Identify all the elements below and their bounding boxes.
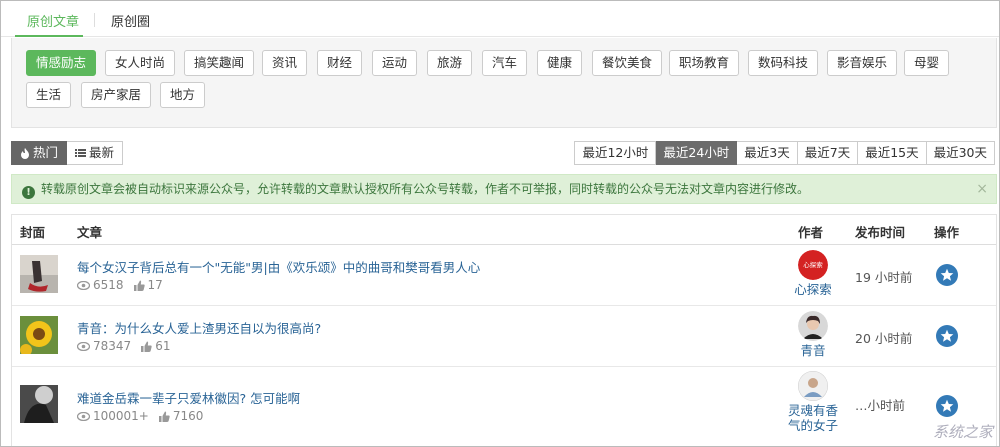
category-health[interactable]: 健康	[537, 50, 583, 76]
table-row: 每个女汉子背后总有一个"无能"男|由《欢乐颂》中的曲哥和樊哥看男人心 6518 …	[12, 245, 996, 306]
article-stats: 78347 61	[77, 339, 170, 353]
header-cover: 封面	[20, 225, 46, 240]
time-filter-15d[interactable]: 最近15天	[858, 141, 927, 165]
star-icon	[940, 268, 954, 281]
category-news[interactable]: 资讯	[262, 50, 308, 76]
thumbs-up-icon	[141, 341, 152, 352]
author-cell: 青音	[783, 311, 843, 358]
category-local[interactable]: 地方	[160, 82, 206, 108]
category-cars[interactable]: 汽车	[482, 50, 528, 76]
info-icon: !	[22, 186, 35, 199]
thumbs-up-icon	[158, 411, 170, 422]
sort-new-button[interactable]: 最新	[67, 141, 124, 165]
article-stats: 100001+ 7160	[77, 409, 203, 423]
star-icon	[940, 399, 954, 412]
eye-icon	[77, 341, 90, 351]
article-stats: 6518 17	[77, 278, 163, 292]
like-count: 7160	[172, 409, 204, 423]
fire-icon	[21, 147, 29, 159]
view-count: 78347	[93, 339, 132, 353]
category-baby[interactable]: 母婴	[904, 50, 950, 76]
category-career[interactable]: 职场教育	[669, 50, 740, 76]
cover-image[interactable]	[20, 385, 58, 423]
category-women-fashion[interactable]: 女人时尚	[105, 50, 176, 76]
category-panel: 情感励志 女人时尚 搞笑趣闻 资讯 财经 运动 旅游 汽车 健康 餐饮美食 职场…	[11, 38, 997, 128]
sort-toggle-group: 热门 最新	[11, 141, 124, 165]
article-table: 封面 文章 作者 发布时间 操作 每个女汉子背后总有一个"无能"男|由《欢乐颂》…	[11, 214, 997, 446]
tab-original-circle[interactable]: 原创圈	[111, 11, 150, 30]
article-title-link[interactable]: 难道金岳霖一辈子只爱林徽因? 怎可能啊	[77, 388, 300, 407]
category-sports[interactable]: 运动	[372, 50, 418, 76]
author-avatar[interactable]	[798, 371, 828, 401]
time-filter-24h[interactable]: 最近24小时	[656, 141, 738, 165]
author-avatar[interactable]	[798, 311, 828, 341]
article-title-link[interactable]: 青音：为什么女人爱上渣男还自以为很高尚?	[77, 318, 321, 337]
article-title-link[interactable]: 每个女汉子背后总有一个"无能"男|由《欢乐颂》中的曲哥和樊哥看男人心	[77, 257, 480, 276]
publish-time: …小时前	[855, 398, 906, 413]
watermark-text: 系统之家	[932, 423, 993, 441]
author-cell: 心探索 心探索	[783, 250, 843, 297]
top-tab-bar: 原创文章 原创圈	[1, 1, 999, 37]
category-tech[interactable]: 数码科技	[748, 50, 819, 76]
table-row: 青音：为什么女人爱上渣男还自以为很高尚? 78347 61 青音 20 小时前	[12, 306, 996, 367]
category-home[interactable]: 房产家居	[81, 82, 152, 108]
alert-close-button[interactable]: ×	[976, 175, 988, 203]
sort-hot-label: 热门	[33, 145, 59, 160]
info-alert: ! 转载原创文章会被自动标识来源公众号，允许转载的文章默认授权所有公众号转载，作者…	[11, 174, 997, 204]
favorite-button[interactable]	[936, 325, 958, 347]
category-emotion[interactable]: 情感励志	[26, 50, 97, 76]
view-count: 100001+	[93, 409, 149, 423]
time-filter-3d[interactable]: 最近3天	[737, 141, 798, 165]
time-filter-30d[interactable]: 最近30天	[926, 141, 995, 165]
tab-divider	[94, 13, 95, 27]
avatar-logo-text: 心探索	[803, 260, 823, 269]
eye-icon	[77, 411, 90, 421]
category-food[interactable]: 餐饮美食	[592, 50, 663, 76]
tab-original-articles[interactable]: 原创文章	[27, 11, 79, 30]
table-row: 难道金岳霖一辈子只爱林徽因? 怎可能啊 100001+ 7160 灵魂有香气的女…	[12, 367, 996, 447]
header-article: 文章	[77, 225, 103, 240]
time-filter-group: 最近12小时 最近24小时 最近3天 最近7天 最近15天 最近30天	[574, 141, 995, 165]
thumbs-up-icon	[133, 280, 145, 291]
header-operation: 操作	[934, 225, 960, 240]
like-count: 17	[147, 278, 163, 292]
category-funny[interactable]: 搞笑趣闻	[184, 50, 255, 76]
favorite-button[interactable]	[936, 395, 958, 417]
author-name-link[interactable]: 灵魂有香气的女子	[783, 403, 843, 433]
star-icon	[940, 329, 954, 342]
cover-image[interactable]	[20, 255, 58, 293]
category-finance[interactable]: 财经	[317, 50, 363, 76]
list-icon	[75, 149, 87, 157]
cover-image[interactable]	[20, 316, 58, 354]
category-life[interactable]: 生活	[26, 82, 72, 108]
favorite-button[interactable]	[936, 264, 958, 286]
header-author: 作者	[798, 225, 824, 240]
header-publish-time: 发布时间	[855, 225, 906, 240]
alert-text: 转载原创文章会被自动标识来源公众号，允许转载的文章默认授权所有公众号转载，作者不…	[41, 182, 810, 196]
eye-icon	[77, 280, 90, 290]
sort-new-label: 最新	[89, 145, 115, 160]
sort-hot-button[interactable]: 热门	[11, 141, 68, 165]
table-header: 封面 文章 作者 发布时间 操作	[12, 215, 996, 245]
page: 原创文章 原创圈 情感励志 女人时尚 搞笑趣闻 资讯 财经 运动 旅游 汽车 健…	[1, 1, 999, 446]
author-name-link[interactable]: 青音	[783, 343, 843, 358]
author-avatar[interactable]: 心探索	[798, 250, 828, 280]
active-tab-underline	[15, 35, 83, 37]
publish-time: 20 小时前	[855, 331, 913, 346]
author-cell: 灵魂有香气的女子	[783, 371, 843, 433]
view-count: 6518	[93, 278, 124, 292]
time-filter-12h[interactable]: 最近12小时	[574, 141, 657, 165]
time-filter-7d[interactable]: 最近7天	[797, 141, 859, 165]
publish-time: 19 小时前	[855, 270, 913, 285]
category-entertainment[interactable]: 影音娱乐	[827, 50, 898, 76]
category-travel[interactable]: 旅游	[427, 50, 473, 76]
author-name-link[interactable]: 心探索	[783, 282, 843, 297]
like-count: 61	[155, 339, 171, 353]
